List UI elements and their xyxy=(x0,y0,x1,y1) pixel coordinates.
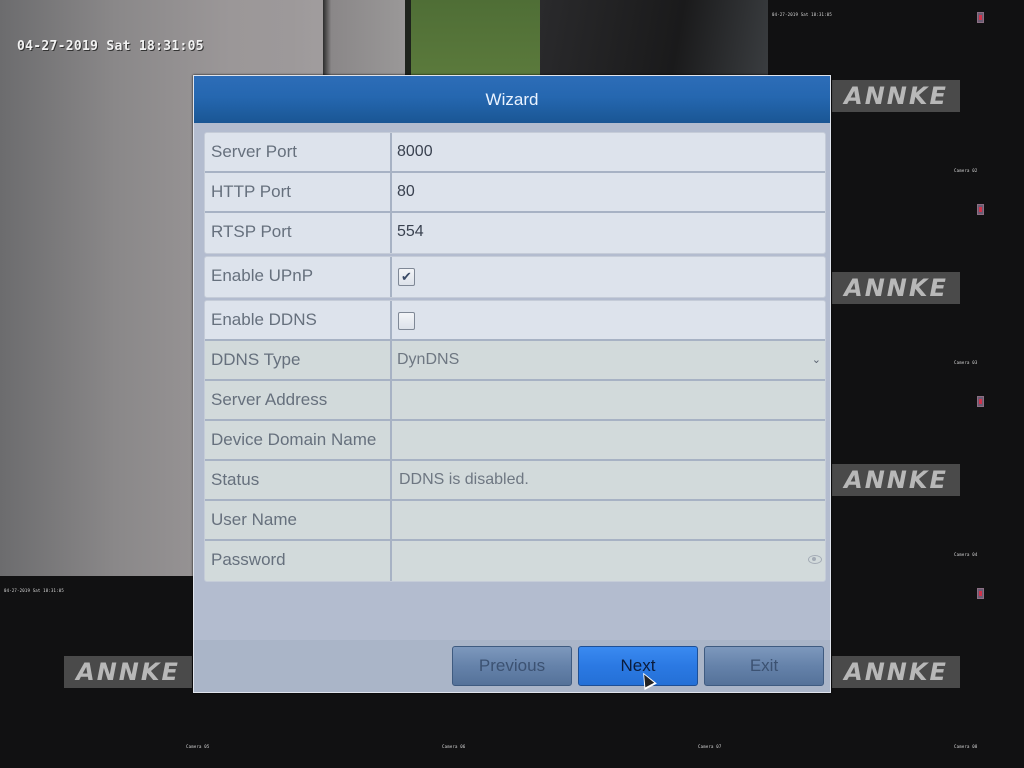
camera-label: Camera 02 xyxy=(954,168,978,173)
next-button[interactable]: Next xyxy=(578,646,698,686)
port-settings-group: Server Port 8000 HTTP Port 80 RTSP Port … xyxy=(204,132,826,254)
record-icon xyxy=(977,588,984,599)
domain-name-input[interactable] xyxy=(392,421,825,459)
username-label: User Name xyxy=(205,501,392,539)
server-port-label: Server Port xyxy=(205,133,392,171)
rtsp-port-input[interactable]: 554 xyxy=(392,213,825,253)
dialog-footer: Previous Next Exit xyxy=(194,640,830,692)
upnp-checkbox[interactable] xyxy=(398,258,415,296)
ddns-type-label: DDNS Type xyxy=(205,341,392,379)
ddns-group: Enable DDNS DDNS Type DynDNS ⌄ Server Ad… xyxy=(204,300,826,582)
domain-name-row: Device Domain Name xyxy=(205,421,825,461)
brand-logo: ANNKE xyxy=(832,80,960,112)
record-icon xyxy=(977,396,984,407)
camera-label: Camera 06 xyxy=(442,744,466,749)
password-input[interactable] xyxy=(392,541,825,581)
server-address-row: Server Address xyxy=(205,381,825,421)
ddns-type-row: DDNS Type DynDNS ⌄ xyxy=(205,341,825,381)
record-icon xyxy=(977,12,984,23)
show-password-eye-icon[interactable] xyxy=(808,555,822,564)
status-row: Status DDNS is disabled. xyxy=(205,461,825,501)
ddns-enable-row: Enable DDNS xyxy=(205,301,825,341)
chevron-down-icon: ⌄ xyxy=(811,354,821,366)
previous-button[interactable]: Previous xyxy=(452,646,572,686)
osd-timestamp-small: 04-27-2019 Sat 18:31:05 xyxy=(772,12,832,17)
camera-label: Camera 03 xyxy=(954,360,978,365)
ddns-enable-label: Enable DDNS xyxy=(205,301,392,339)
upnp-label: Enable UPnP xyxy=(205,257,392,297)
http-port-row: HTTP Port 80 xyxy=(205,173,825,213)
server-port-input[interactable]: 8000 xyxy=(392,133,825,171)
brand-logo: ANNKE xyxy=(832,464,960,496)
ddns-checkbox[interactable] xyxy=(398,312,415,330)
brand-logo: ANNKE xyxy=(832,272,960,304)
upnp-row: Enable UPnP xyxy=(205,257,825,297)
camera-label: Camera 08 xyxy=(954,744,978,749)
status-value: DDNS is disabled. xyxy=(399,471,529,488)
rtsp-port-label: RTSP Port xyxy=(205,213,392,253)
osd-timestamp: 04-27-2019 Sat 18:31:05 xyxy=(17,39,204,54)
server-address-input[interactable] xyxy=(392,381,825,419)
status-label: Status xyxy=(205,461,392,499)
upnp-group: Enable UPnP xyxy=(204,256,826,298)
password-label: Password xyxy=(205,541,392,581)
http-port-label: HTTP Port xyxy=(205,173,392,211)
camera-scene-shadow xyxy=(540,0,768,76)
camera-scene-window xyxy=(405,0,555,76)
wizard-dialog: Wizard Server Port 8000 HTTP Port 80 RTS… xyxy=(193,75,831,693)
ddns-type-value: DynDNS xyxy=(397,351,460,368)
server-port-row: Server Port 8000 xyxy=(205,133,825,173)
camera-label: Camera 04 xyxy=(954,552,978,557)
dvr-screen: 04-27-2019 Sat 18:31:05 04-27-2019 Sat 1… xyxy=(0,0,1024,768)
domain-name-label: Device Domain Name xyxy=(205,421,392,459)
ddns-type-select[interactable]: DynDNS ⌄ xyxy=(392,341,825,379)
camera-label: Camera 07 xyxy=(698,744,722,749)
username-row: User Name xyxy=(205,501,825,541)
rtsp-port-row: RTSP Port 554 xyxy=(205,213,825,253)
camera-scene-wall xyxy=(323,0,405,76)
camera-label: Camera 05 xyxy=(186,744,210,749)
password-row: Password xyxy=(205,541,825,581)
server-address-label: Server Address xyxy=(205,381,392,419)
osd-timestamp-small: 04-27-2019 Sat 18:31:05 xyxy=(4,588,64,593)
dialog-title: Wizard xyxy=(194,76,830,123)
brand-logo: ANNKE xyxy=(64,656,192,688)
brand-logo: ANNKE xyxy=(832,656,960,688)
username-input[interactable] xyxy=(392,501,825,539)
http-port-input[interactable]: 80 xyxy=(392,173,825,211)
exit-button[interactable]: Exit xyxy=(704,646,824,686)
record-icon xyxy=(977,204,984,215)
